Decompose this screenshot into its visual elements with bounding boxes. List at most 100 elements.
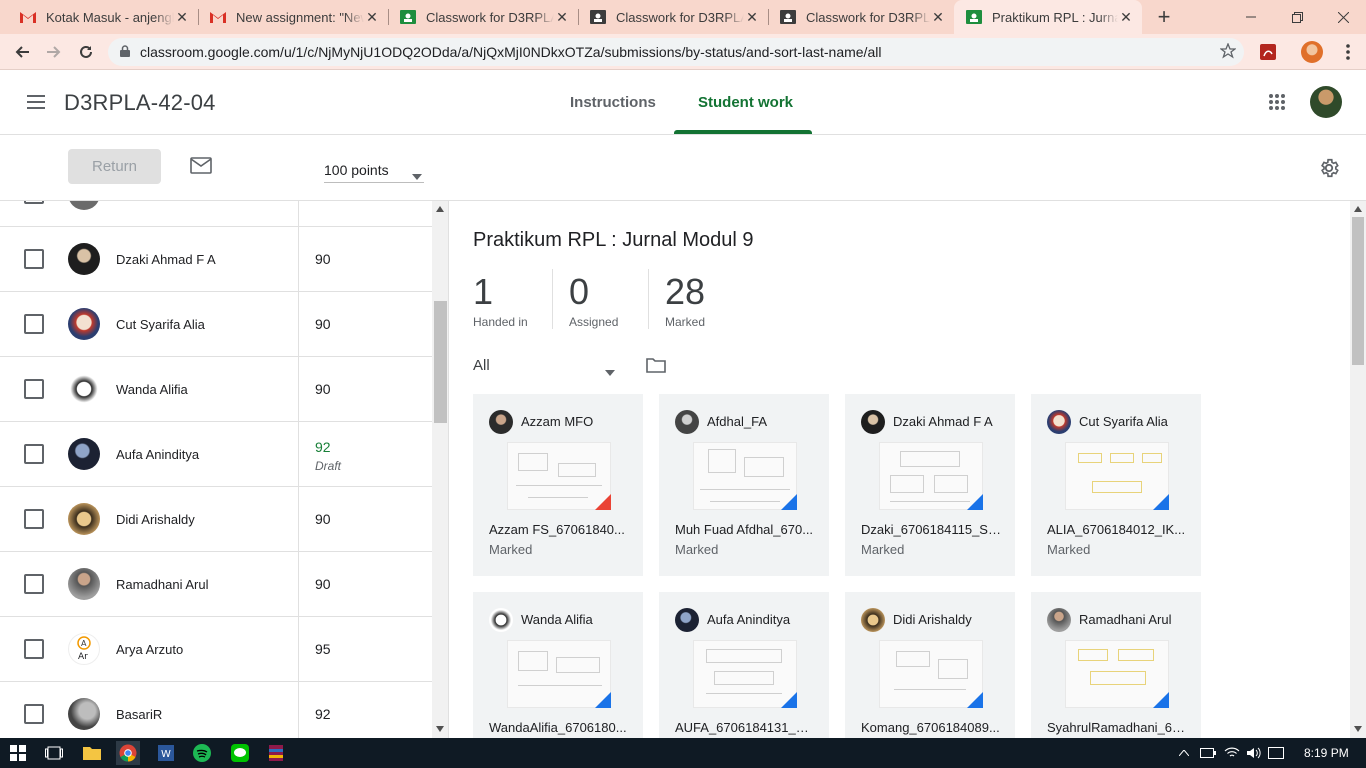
grade-value[interactable]: 90	[315, 251, 331, 267]
row-checkbox[interactable]	[24, 509, 44, 529]
table-row[interactable]	[0, 201, 432, 227]
browser-tab[interactable]: Classwork for D3RPLA-4 ✕	[578, 0, 768, 34]
stat-assigned[interactable]: 0 Assigned	[569, 271, 618, 329]
word-icon[interactable]: W	[154, 741, 178, 765]
attachment-name[interactable]: Komang_6706184089...	[861, 720, 1001, 735]
winrar-icon[interactable]	[264, 741, 288, 765]
row-checkbox[interactable]	[24, 444, 44, 464]
chrome-icon[interactable]	[116, 741, 140, 765]
close-icon[interactable]: ✕	[1118, 9, 1134, 25]
grade-value[interactable]: 92	[315, 439, 331, 455]
browser-tab[interactable]: Classwork for D3RPLA-4 ✕	[768, 0, 954, 34]
table-row[interactable]: Cut Syarifa Alia 90	[0, 292, 432, 357]
browser-tab[interactable]: New assignment: "New ✕	[198, 0, 388, 34]
attachment-name[interactable]: Dzaki_6706184115_Si...	[861, 522, 1001, 537]
stat-handed-in[interactable]: 1 Handed in	[473, 271, 528, 329]
line-icon[interactable]	[228, 741, 252, 765]
browser-menu-icon[interactable]	[1334, 38, 1362, 66]
submission-card[interactable]: Cut Syarifa Alia ALIA_6706184012_IK... M…	[1031, 394, 1201, 576]
row-checkbox[interactable]	[24, 201, 44, 204]
submission-card[interactable]: Aufa Aninditya AUFA_6706184131_SI...	[659, 592, 829, 738]
return-button[interactable]: Return	[68, 149, 161, 184]
row-checkbox[interactable]	[24, 704, 44, 724]
browser-tab-active[interactable]: Praktikum RPL : Jurnal M ✕	[954, 0, 1142, 34]
status-filter-dropdown[interactable]: All	[473, 357, 615, 376]
table-row[interactable]: A Ar Arya Arzuto 95	[0, 617, 432, 682]
keyboard-language-icon[interactable]	[1264, 741, 1288, 765]
close-icon[interactable]: ✕	[554, 9, 570, 25]
scrollbar-thumb[interactable]	[434, 301, 447, 423]
windows-start-icon[interactable]	[6, 741, 30, 765]
table-row[interactable]: Dzaki Ahmad F A 90	[0, 227, 432, 292]
gear-icon[interactable]	[1318, 157, 1340, 184]
table-row[interactable]: BasariR 92	[0, 682, 432, 738]
google-apps-icon[interactable]	[1268, 93, 1286, 116]
profile-avatar-icon[interactable]	[1298, 38, 1326, 66]
pdf-extension-icon[interactable]	[1254, 38, 1282, 66]
detail-scrollbar[interactable]	[1350, 201, 1366, 738]
row-checkbox[interactable]	[24, 249, 44, 269]
back-button[interactable]	[8, 38, 36, 66]
chevron-up-icon[interactable]	[1172, 741, 1196, 765]
close-icon[interactable]: ✕	[744, 9, 760, 25]
attachment-name[interactable]: AUFA_6706184131_SI...	[675, 720, 815, 735]
new-tab-button[interactable]: +	[1152, 4, 1176, 29]
close-window-button[interactable]	[1320, 0, 1366, 34]
hamburger-menu-icon[interactable]	[24, 90, 48, 114]
row-checkbox[interactable]	[24, 379, 44, 399]
row-checkbox[interactable]	[24, 574, 44, 594]
grade-value[interactable]: 95	[315, 641, 331, 657]
address-bar[interactable]: classroom.google.com/u/1/c/NjMyNjU1ODQ2O…	[108, 38, 1244, 66]
task-view-icon[interactable]	[42, 741, 66, 765]
close-icon[interactable]: ✕	[364, 9, 380, 25]
grade-value[interactable]: 90	[315, 381, 331, 397]
stat-marked[interactable]: 28 Marked	[665, 271, 705, 329]
close-icon[interactable]: ✕	[174, 9, 190, 25]
browser-tab[interactable]: Kotak Masuk - anjengla ✕	[8, 0, 198, 34]
forward-button[interactable]	[40, 38, 68, 66]
table-row[interactable]: Didi Arishaldy 90	[0, 487, 432, 552]
attachment-name[interactable]: Muh Fuad Afdhal_670...	[675, 522, 815, 537]
grade-value[interactable]: 90	[315, 576, 331, 592]
row-checkbox[interactable]	[24, 639, 44, 659]
account-avatar[interactable]	[1310, 86, 1342, 118]
restore-button[interactable]	[1274, 0, 1320, 34]
tab-student-work[interactable]: Student work	[698, 70, 793, 134]
roster-scrollbar[interactable]	[432, 201, 449, 738]
battery-icon[interactable]	[1196, 741, 1220, 765]
reload-button[interactable]	[72, 38, 100, 66]
chevron-down-icon	[412, 167, 422, 183]
taskbar-clock[interactable]: 8:19 PM	[1304, 746, 1349, 760]
submission-card[interactable]: Ramadhani Arul SyahrulRamadhani_67...	[1031, 592, 1201, 738]
wifi-icon[interactable]	[1220, 741, 1244, 765]
email-icon[interactable]	[190, 157, 212, 179]
class-title[interactable]: D3RPLA-42-04	[64, 90, 216, 116]
table-row[interactable]: Aufa Aninditya 92 Draft	[0, 422, 432, 487]
file-explorer-icon[interactable]	[80, 741, 104, 765]
attachment-name[interactable]: ALIA_6706184012_IK...	[1047, 522, 1187, 537]
browser-tab[interactable]: Classwork for D3RPLA-4 ✕	[388, 0, 578, 34]
minimize-button[interactable]	[1228, 0, 1274, 34]
tab-instructions[interactable]: Instructions	[570, 70, 656, 134]
attachment-name[interactable]: WandaAlifia_6706180...	[489, 720, 629, 735]
bookmark-star-icon[interactable]	[1219, 42, 1237, 62]
grade-value[interactable]: 90	[315, 511, 331, 527]
folder-icon[interactable]	[646, 357, 666, 378]
grade-value[interactable]: 92	[315, 706, 331, 722]
submission-card[interactable]: Azzam MFO Azzam FS_67061840... Marked	[473, 394, 643, 576]
submission-card[interactable]: Dzaki Ahmad F A Dzaki_6706184115_Si... M…	[845, 394, 1015, 576]
close-icon[interactable]: ✕	[930, 9, 946, 25]
row-checkbox[interactable]	[24, 314, 44, 334]
submission-card[interactable]: Didi Arishaldy Komang_6706184089...	[845, 592, 1015, 738]
table-row[interactable]: Wanda Alifia 90	[0, 357, 432, 422]
table-row[interactable]: Ramadhani Arul 90	[0, 552, 432, 617]
scrollbar-thumb[interactable]	[1352, 217, 1364, 365]
speaker-icon[interactable]	[1242, 741, 1266, 765]
submission-card[interactable]: Afdhal_FA Muh Fuad Afdhal_670... Marked	[659, 394, 829, 576]
attachment-name[interactable]: Azzam FS_67061840...	[489, 522, 629, 537]
submission-card[interactable]: Wanda Alifia WandaAlifia_6706180...	[473, 592, 643, 738]
spotify-icon[interactable]	[190, 741, 214, 765]
points-dropdown[interactable]: 100 points	[324, 162, 424, 183]
attachment-name[interactable]: SyahrulRamadhani_67...	[1047, 720, 1187, 735]
grade-value[interactable]: 90	[315, 316, 331, 332]
